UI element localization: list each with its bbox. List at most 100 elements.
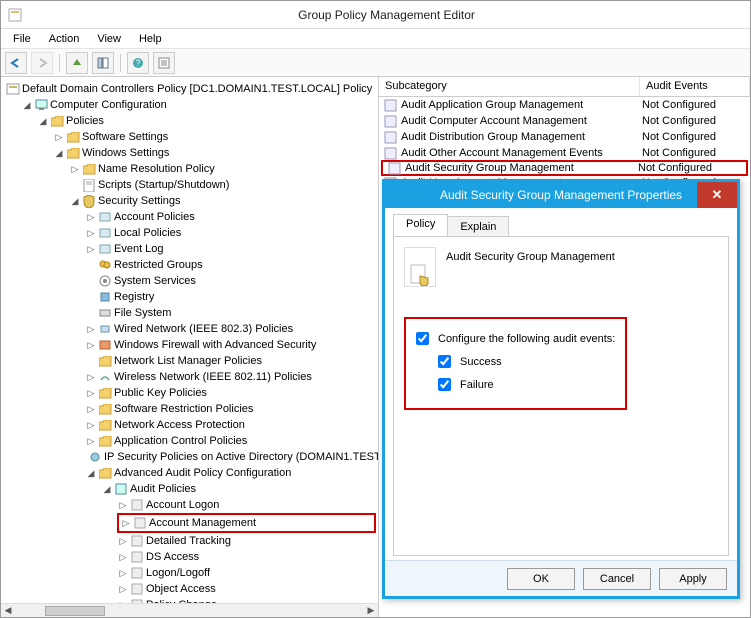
failure-checkbox[interactable]: Failure [434,375,615,394]
tree-system-services[interactable]: System Services [85,273,376,289]
properties-button[interactable] [153,52,175,74]
expand-icon[interactable]: ▷ [86,337,96,353]
expand-icon[interactable]: ▷ [118,565,128,581]
audit-item-icon [383,98,397,112]
tree-account-management[interactable]: ▷Account Management [117,513,376,533]
collapse-icon[interactable]: ◢ [86,465,96,481]
collapse-icon[interactable]: ◢ [70,193,80,209]
tree-event-log[interactable]: ▷Event Log [85,241,376,257]
cancel-button[interactable]: Cancel [583,568,651,590]
expand-icon[interactable]: ▷ [54,129,64,145]
tree-security-settings[interactable]: ◢Security Settings [69,193,376,209]
tree-registry[interactable]: Registry [85,289,376,305]
tree-wfas[interactable]: ▷Windows Firewall with Advanced Security [85,337,376,353]
tree-object-access[interactable]: ▷Object Access [117,581,376,597]
tree-name-resolution[interactable]: ▷Name Resolution Policy [69,161,376,177]
checkbox-configure[interactable] [416,332,429,345]
tree-detailed-tracking[interactable]: ▷Detailed Tracking [117,533,376,549]
apply-button[interactable]: Apply [659,568,727,590]
scroll-left-icon[interactable]: ◀ [1,605,15,617]
menu-view[interactable]: View [89,31,129,47]
forward-button[interactable] [31,52,53,74]
tree-nap[interactable]: ▷ Network Access Protection [85,417,376,433]
list-item[interactable]: Audit Computer Account ManagementNot Con… [379,113,750,129]
show-hide-tree-button[interactable] [92,52,114,74]
tree-logon-logoff[interactable]: ▷Logon/Logoff [117,565,376,581]
menu-action[interactable]: Action [41,31,88,47]
expand-icon[interactable]: ▷ [70,161,80,177]
configure-events-checkbox[interactable]: Configure the following audit events: [412,329,615,348]
tree-srp[interactable]: ▷Software Restriction Policies [85,401,376,417]
shield-icon [82,194,96,208]
help-button[interactable]: ? [127,52,149,74]
collapse-icon[interactable]: ◢ [54,145,64,161]
collapse-icon[interactable]: ◢ [38,113,48,129]
tree-label: Computer Configuration [50,97,167,113]
tree-root[interactable]: Default Domain Controllers Policy [DC1.D… [5,81,376,97]
tree-restricted-groups[interactable]: Restricted Groups [85,257,376,273]
tree-pki[interactable]: ▷Public Key Policies [85,385,376,401]
checkbox-failure[interactable] [438,378,451,391]
expand-icon[interactable]: ▷ [118,497,128,513]
tree-audit-logon[interactable]: ▷Account Logon [117,497,376,513]
tree-horizontal-scrollbar[interactable]: ◀ ▶ [1,603,378,617]
scroll-thumb[interactable] [45,606,105,616]
collapse-icon[interactable]: ◢ [102,481,112,497]
expand-icon[interactable]: ▷ [86,401,96,417]
tree-account-policies[interactable]: ▷ Account Policies [85,209,376,225]
tree-policies[interactable]: ◢Policies [37,113,376,129]
navigation-tree[interactable]: Default Domain Controllers Policy [DC1.D… [1,77,379,617]
tab-explain[interactable]: Explain [447,216,509,236]
scroll-right-icon[interactable]: ▶ [364,605,378,617]
list-item[interactable]: Audit Other Account Management EventsNot… [379,145,750,161]
expand-icon[interactable]: ▷ [118,533,128,549]
success-checkbox[interactable]: Success [434,352,615,371]
folder-icon [66,130,80,144]
checkbox-success[interactable] [438,355,451,368]
tab-policy[interactable]: Policy [393,214,448,236]
group-icon [98,258,112,272]
expand-icon[interactable]: ▷ [86,209,96,225]
tree-local-policies[interactable]: ▷Local Policies [85,225,376,241]
menu-file[interactable]: File [5,31,39,47]
expand-icon[interactable]: ▷ [118,581,128,597]
tree-wireless[interactable]: ▷Wireless Network (IEEE 802.11) Policies [85,369,376,385]
expand-icon[interactable]: ▷ [86,321,96,337]
tree-computer-config[interactable]: ◢ Computer Configuration [21,97,376,113]
tree-label: Network Access Protection [114,417,245,433]
folder-icon [82,162,96,176]
back-button[interactable] [5,52,27,74]
expand-icon[interactable]: ▷ [86,385,96,401]
list-item[interactable]: Audit Application Group ManagementNot Co… [379,97,750,113]
tree-windows-settings[interactable]: ◢Windows Settings [53,145,376,161]
tree-label: Account Policies [114,209,195,225]
dialog-titlebar[interactable]: Audit Security Group Management Properti… [385,182,737,208]
ok-button[interactable]: OK [507,568,575,590]
up-button[interactable] [66,52,88,74]
tree-audit-policies[interactable]: ◢Audit Policies [101,481,376,497]
expand-icon[interactable]: ▷ [86,241,96,257]
close-button[interactable]: ✕ [697,182,737,208]
tree-file-system[interactable]: File System [85,305,376,321]
tree-software-settings[interactable]: ▷Software Settings [53,129,376,145]
expand-icon[interactable]: ▷ [86,369,96,385]
tree-ds-access[interactable]: ▷DS Access [117,549,376,565]
tree-ipsec[interactable]: IP Security Policies on Active Directory… [85,449,376,465]
list-item[interactable]: Audit Distribution Group ManagementNot C… [379,129,750,145]
column-audit-events[interactable]: Audit Events [640,77,750,96]
folder-icon [98,386,112,400]
tree-acp[interactable]: ▷Application Control Policies [85,433,376,449]
collapse-icon[interactable]: ◢ [22,97,32,113]
tree-aapc[interactable]: ◢Advanced Audit Policy Configuration [85,465,376,481]
expand-icon[interactable]: ▷ [121,515,131,531]
expand-icon[interactable]: ▷ [86,225,96,241]
tree-wired[interactable]: ▷Wired Network (IEEE 802.3) Policies [85,321,376,337]
list-item-security-group[interactable]: Audit Security Group ManagementNot Confi… [381,160,748,176]
menu-help[interactable]: Help [131,31,170,47]
tree-nlm[interactable]: Network List Manager Policies [85,353,376,369]
expand-icon[interactable]: ▷ [118,549,128,565]
tree-scripts[interactable]: Scripts (Startup/Shutdown) [69,177,376,193]
expand-icon[interactable]: ▷ [86,417,96,433]
expand-icon[interactable]: ▷ [86,433,96,449]
column-subcategory[interactable]: Subcategory [379,77,640,96]
